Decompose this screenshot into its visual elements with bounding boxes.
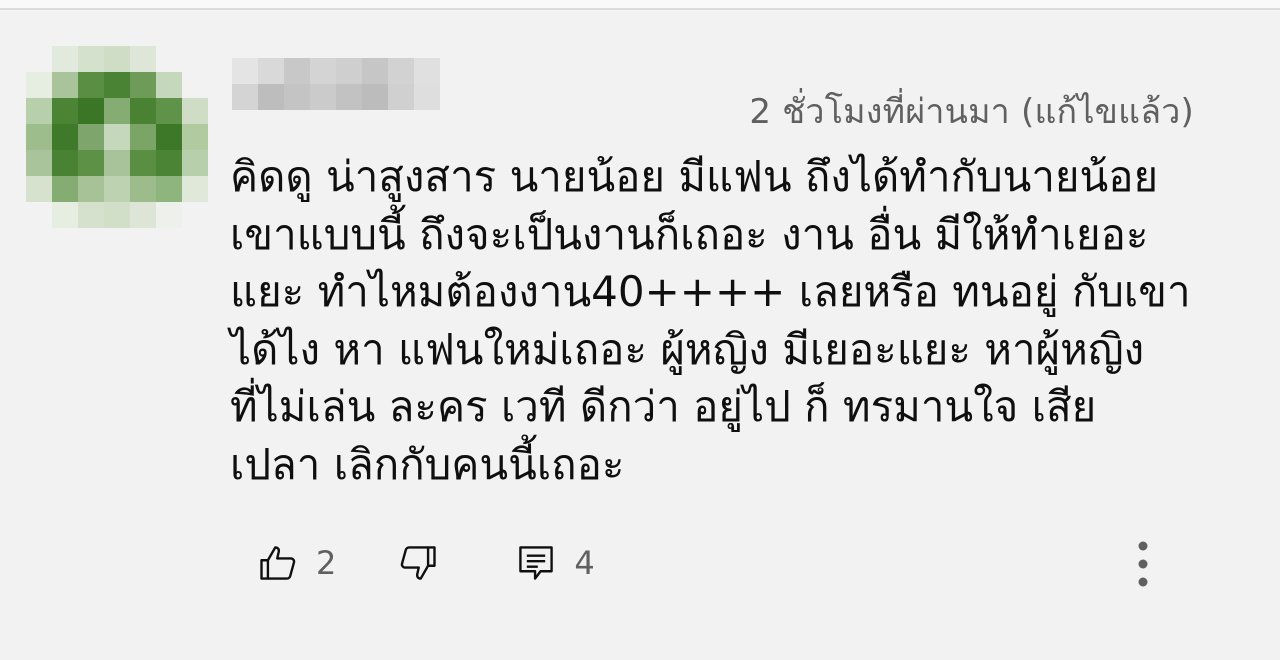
avatar-pixel bbox=[104, 72, 130, 98]
comment-text-line: เขาแบบนี้ ถึงจะเป็นงานก็เถอะ งาน อื่น มี… bbox=[230, 209, 1149, 259]
username-pixel bbox=[336, 58, 362, 84]
username-pixel bbox=[258, 58, 284, 84]
thumbs-down-icon bbox=[401, 546, 437, 580]
avatar-pixel bbox=[156, 150, 182, 176]
avatar-pixel bbox=[182, 202, 208, 228]
comment-text-line: ได้ไง หา แฟนใหม่เถอะ ผู้หญิง มีเยอะแยะ ห… bbox=[230, 324, 1145, 374]
comment-actions: 2 4 bbox=[254, 536, 595, 590]
like-button[interactable] bbox=[254, 539, 302, 587]
avatar-pixel bbox=[130, 150, 156, 176]
avatar-pixel bbox=[182, 46, 208, 72]
avatar-pixel bbox=[182, 72, 208, 98]
avatar-pixel bbox=[156, 176, 182, 202]
comment-timestamp[interactable]: 2 ชั่วโมงที่ผ่านมา (แก้ไขแล้ว) bbox=[749, 84, 1194, 138]
avatar-pixel bbox=[52, 124, 78, 150]
reply-group: 4 bbox=[512, 539, 595, 587]
avatar-pixel bbox=[26, 202, 52, 228]
username-pixel bbox=[284, 58, 310, 84]
username-redacted[interactable] bbox=[232, 58, 442, 120]
like-group: 2 bbox=[254, 539, 336, 587]
avatar-pixel bbox=[104, 150, 130, 176]
username-pixel bbox=[388, 58, 414, 84]
comment-text-line: ที่ไม่เล่น ละคร เวที ดีกว่า อยู่ไป ก็ ทร… bbox=[230, 382, 1097, 431]
thumbs-up-icon bbox=[260, 546, 296, 580]
avatar-pixel bbox=[104, 124, 130, 150]
avatar-pixel bbox=[156, 202, 182, 228]
username-pixel bbox=[414, 58, 440, 84]
avatar-pixel bbox=[182, 150, 208, 176]
username-pixel bbox=[284, 84, 310, 110]
username-pixel bbox=[414, 84, 440, 110]
avatar-pixel bbox=[26, 150, 52, 176]
avatar-pixel bbox=[104, 202, 130, 228]
avatar-pixel bbox=[52, 202, 78, 228]
avatar-pixel bbox=[78, 124, 104, 150]
comment-text: คิดดู น่าสูงสาร นายน้อย มีแฟน ถึงได้ทำกั… bbox=[230, 148, 1200, 493]
reply-button[interactable] bbox=[512, 539, 560, 587]
avatar-pixel bbox=[156, 72, 182, 98]
avatar-pixel bbox=[182, 124, 208, 150]
avatar[interactable] bbox=[26, 46, 208, 228]
username-pixel bbox=[232, 58, 258, 84]
avatar-pixel bbox=[52, 176, 78, 202]
avatar-pixel bbox=[78, 202, 104, 228]
avatar-pixel bbox=[78, 150, 104, 176]
avatar-pixel bbox=[78, 46, 104, 72]
avatar-pixel bbox=[104, 176, 130, 202]
username-pixel bbox=[258, 84, 284, 110]
avatar-pixel bbox=[26, 72, 52, 98]
comment-text-line: แยะ ทำไหมต้องงาน40++++ เลยหรือ ทนอยู่ กั… bbox=[230, 267, 1191, 316]
avatar-pixel bbox=[130, 176, 156, 202]
username-pixel bbox=[336, 84, 362, 110]
avatar-pixel bbox=[26, 176, 52, 202]
avatar-pixel bbox=[104, 46, 130, 72]
avatar-pixel bbox=[52, 150, 78, 176]
username-pixel bbox=[388, 84, 414, 110]
avatar-pixel bbox=[182, 98, 208, 124]
username-pixel bbox=[310, 58, 336, 84]
avatar-pixel bbox=[78, 72, 104, 98]
avatar-pixel bbox=[78, 98, 104, 124]
more-options-button[interactable] bbox=[1118, 534, 1168, 594]
avatar-pixel bbox=[156, 124, 182, 150]
comment-text-line: คิดดู น่าสูงสาร นายน้อย มีแฟน ถึงได้ทำกั… bbox=[230, 152, 1159, 201]
top-divider bbox=[0, 0, 1280, 10]
avatar-pixel bbox=[130, 46, 156, 72]
dislike-button[interactable] bbox=[394, 539, 442, 587]
more-vertical-icon bbox=[1138, 541, 1148, 587]
username-pixel bbox=[362, 58, 388, 84]
avatar-pixel bbox=[156, 98, 182, 124]
username-pixel bbox=[232, 84, 258, 110]
avatar-pixel bbox=[130, 124, 156, 150]
avatar-pixel bbox=[52, 46, 78, 72]
avatar-pixel bbox=[52, 98, 78, 124]
avatar-pixel bbox=[182, 176, 208, 202]
like-count: 2 bbox=[316, 544, 337, 582]
avatar-pixel bbox=[52, 72, 78, 98]
avatar-pixel bbox=[104, 98, 130, 124]
avatar-pixel bbox=[130, 98, 156, 124]
avatar-pixel bbox=[26, 124, 52, 150]
avatar-pixel bbox=[26, 98, 52, 124]
avatar-pixel bbox=[26, 46, 52, 72]
username-pixel bbox=[310, 84, 336, 110]
avatar-pixel bbox=[156, 46, 182, 72]
avatar-pixel bbox=[78, 176, 104, 202]
comment-icon bbox=[519, 546, 554, 580]
avatar-pixel bbox=[130, 202, 156, 228]
avatar-pixel bbox=[130, 72, 156, 98]
comment-text-line: เปลา เลิกกับคนนี้เถอะ bbox=[230, 439, 625, 489]
reply-count: 4 bbox=[574, 544, 595, 582]
username-pixel bbox=[362, 84, 388, 110]
